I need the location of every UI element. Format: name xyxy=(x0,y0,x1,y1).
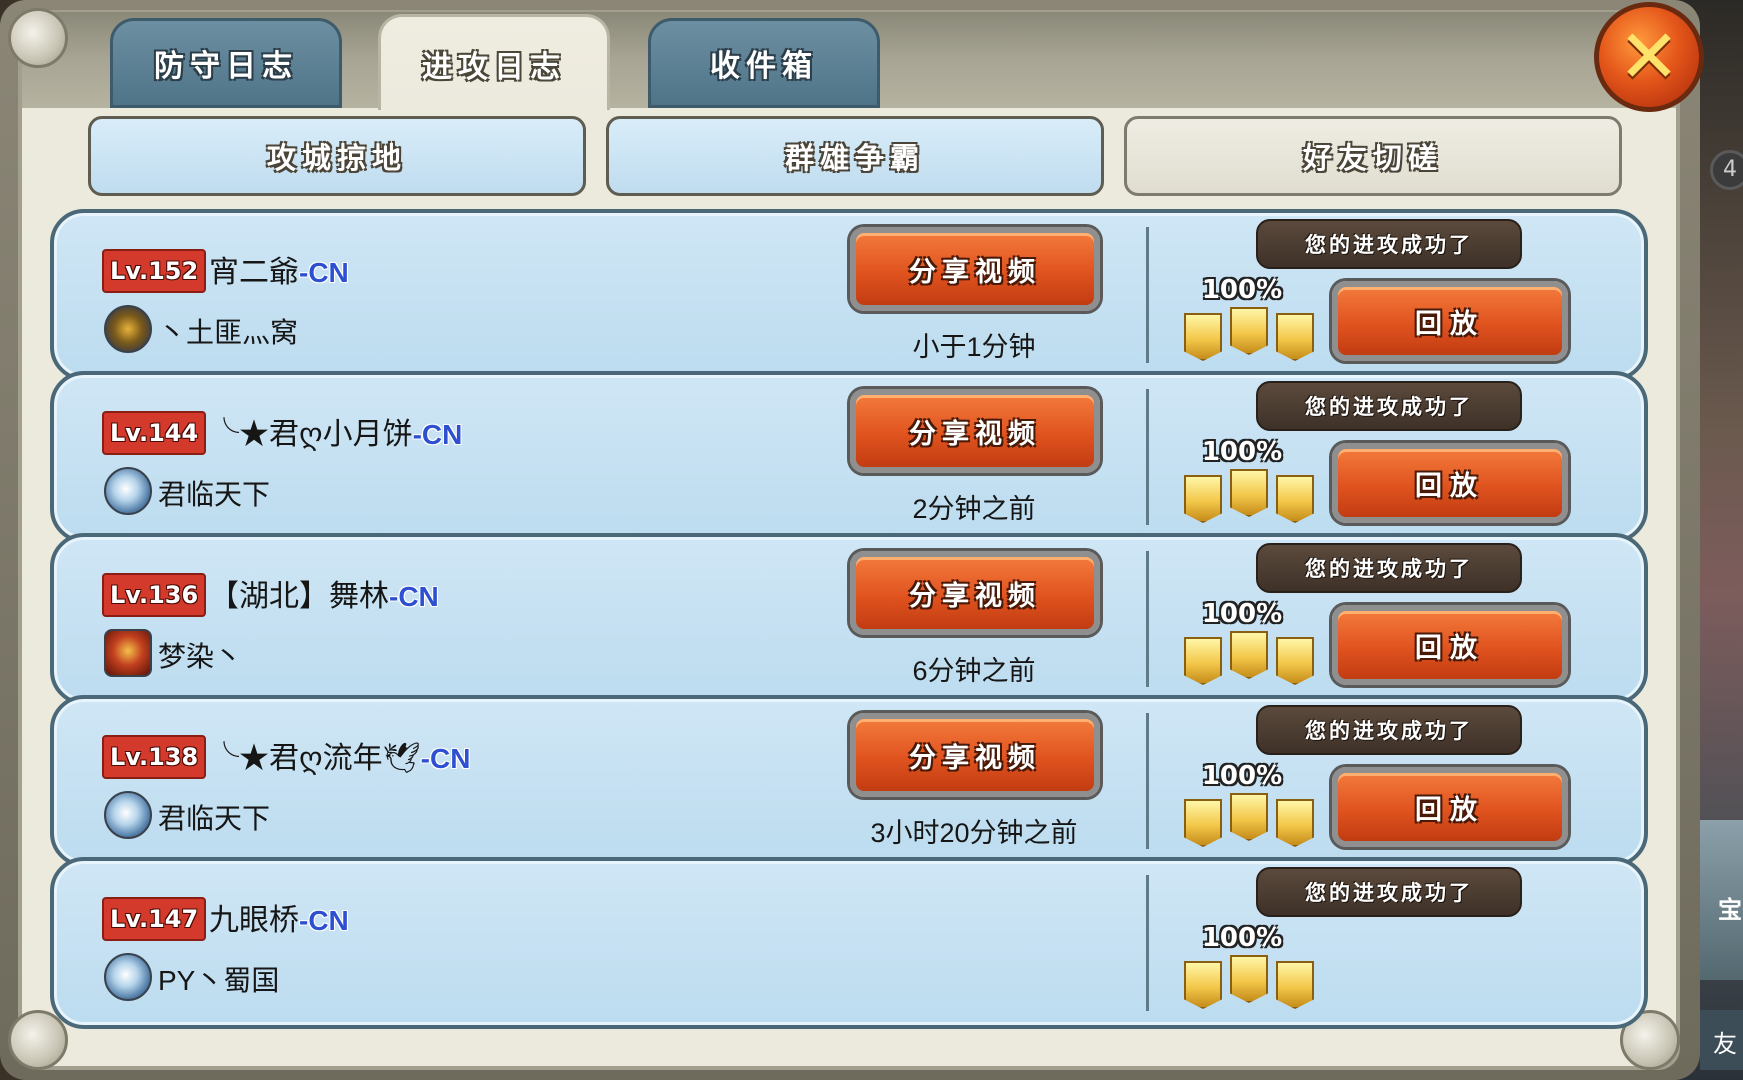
player-name: 【湖北】舞林-CN xyxy=(209,571,439,615)
share-video-button[interactable]: 分享视频 xyxy=(850,551,1100,635)
subtab-arena[interactable]: 群雄争霸 xyxy=(606,116,1104,196)
player-name: 九眼桥-CN xyxy=(209,895,349,939)
star-banner-icon xyxy=(1276,475,1314,523)
destruction-percent: 100% xyxy=(1201,761,1283,791)
star-banner-icon xyxy=(1184,961,1222,1009)
server-tag: -CN xyxy=(299,257,349,288)
star-rating xyxy=(1184,307,1324,361)
side-treasure-label: 宝 xyxy=(1718,896,1742,924)
star-banner-icon xyxy=(1276,637,1314,685)
level-badge: Lv.152 xyxy=(102,249,207,293)
level-badge: Lv.136 xyxy=(102,573,207,617)
destruction-percent: 100% xyxy=(1201,275,1283,305)
corner-ornament-icon xyxy=(8,8,68,68)
share-video-button[interactable]: 分享视频 xyxy=(850,389,1100,473)
player-name: 宵二爺-CN xyxy=(209,247,349,291)
divider xyxy=(1146,389,1149,525)
side-friend-label: 友 xyxy=(1713,1030,1737,1058)
side-friend-button[interactable]: 友 xyxy=(1700,1010,1743,1070)
timestamp: 2分钟之前 xyxy=(912,494,1036,524)
result-badge: 您的进攻成功了 xyxy=(1256,219,1522,269)
server-tag: -CN xyxy=(299,905,349,936)
replay-button[interactable]: 回放 xyxy=(1332,605,1568,685)
star-banner-icon xyxy=(1230,955,1268,1003)
timestamp: 小于1分钟 xyxy=(912,332,1036,362)
star-rating xyxy=(1184,793,1324,847)
side-counter-text: 4 xyxy=(1723,157,1737,182)
guild-emblem-icon xyxy=(104,629,152,677)
star-banner-icon xyxy=(1230,793,1268,841)
star-banner-icon xyxy=(1276,961,1314,1009)
divider xyxy=(1146,227,1149,363)
star-banner-icon xyxy=(1184,313,1222,361)
divider xyxy=(1146,551,1149,687)
attack-log-list[interactable]: Lv.152 宵二爺-CN 丶土匪灬窝 分享视频 小于1分钟 您的进攻成功了 1… xyxy=(48,205,1652,1062)
player-name-text: 九眼桥 xyxy=(209,904,299,937)
star-banner-icon xyxy=(1276,799,1314,847)
star-banner-icon xyxy=(1184,799,1222,847)
replay-button[interactable]: 回放 xyxy=(1332,767,1568,847)
server-tag: -CN xyxy=(412,419,463,450)
replay-button[interactable]: 回放 xyxy=(1332,281,1568,361)
subtab-friend-spar[interactable]: 好友切磋 xyxy=(1124,116,1622,196)
guild-name: 君临天下 xyxy=(158,803,271,834)
result-badge: 您的进攻成功了 xyxy=(1256,867,1522,917)
guild-emblem-icon xyxy=(104,467,152,515)
list-item: Lv.136 【湖北】舞林-CN 梦染丶 分享视频 6分钟之前 您的进攻成功了 … xyxy=(50,533,1648,705)
guild-name: 丶土匪灬窝 xyxy=(158,317,299,348)
server-tag: -CN xyxy=(420,743,471,774)
guild-name: PY丶蜀国 xyxy=(158,965,280,996)
guild-emblem-icon xyxy=(104,791,152,839)
star-banner-icon xyxy=(1230,631,1268,679)
destruction-percent: 100% xyxy=(1201,923,1283,953)
result-badge: 您的进攻成功了 xyxy=(1256,705,1522,755)
list-item: Lv.138 ╰★君ღ流年🕊-CN 君临天下 分享视频 3小时20分钟之前 您的… xyxy=(50,695,1648,867)
level-badge: Lv.147 xyxy=(102,897,207,941)
list-item: Lv.147 九眼桥-CN PY丶蜀国 您的进攻成功了 100% xyxy=(50,857,1648,1029)
timestamp: 3小时20分钟之前 xyxy=(870,818,1078,848)
divider xyxy=(1146,713,1149,849)
tab-inbox[interactable]: 收件箱 xyxy=(648,18,880,108)
result-badge: 您的进攻成功了 xyxy=(1256,381,1522,431)
share-video-button[interactable]: 分享视频 xyxy=(850,227,1100,311)
divider xyxy=(1146,875,1149,1011)
star-banner-icon xyxy=(1184,475,1222,523)
star-banner-icon xyxy=(1230,307,1268,355)
star-banner-icon xyxy=(1230,469,1268,517)
player-name-text: 【湖北】舞林 xyxy=(209,580,389,613)
guild-name: 梦染丶 xyxy=(158,641,243,672)
star-banner-icon xyxy=(1276,313,1314,361)
destruction-percent: 100% xyxy=(1201,437,1283,467)
star-rating xyxy=(1184,469,1324,523)
list-item: Lv.152 宵二爺-CN 丶土匪灬窝 分享视频 小于1分钟 您的进攻成功了 1… xyxy=(50,209,1648,381)
level-badge: Lv.138 xyxy=(102,735,207,779)
player-name: ╰★君ღ流年🕊-CN xyxy=(209,733,470,777)
star-rating xyxy=(1184,955,1324,1009)
level-badge: Lv.144 xyxy=(102,411,207,455)
server-tag: -CN xyxy=(389,581,439,612)
timestamp: 6分钟之前 xyxy=(912,656,1036,686)
share-video-button[interactable]: 分享视频 xyxy=(850,713,1100,797)
side-counter: 4 xyxy=(1710,150,1743,190)
close-icon[interactable]: ✕ xyxy=(1594,2,1704,112)
guild-emblem-icon xyxy=(104,305,152,353)
tab-attack-log[interactable]: 进攻日志 xyxy=(378,14,610,110)
player-name-text: ╰★君ღ流年🕊 xyxy=(209,742,421,775)
player-name-text: 宵二爺 xyxy=(209,256,299,289)
guild-emblem-icon xyxy=(104,953,152,1001)
guild-name: 君临天下 xyxy=(158,479,271,510)
result-badge: 您的进攻成功了 xyxy=(1256,543,1522,593)
star-rating xyxy=(1184,631,1324,685)
star-banner-icon xyxy=(1184,637,1222,685)
list-item: Lv.144 ╰★君ღ小月饼-CN 君临天下 分享视频 2分钟之前 您的进攻成功… xyxy=(50,371,1648,543)
player-name-text: ╰★君ღ小月饼 xyxy=(209,418,413,451)
tab-defense-log[interactable]: 防守日志 xyxy=(110,18,342,108)
log-window: 防守日志 进攻日志 收件箱 攻城掠地 群雄争霸 好友切磋 Lv.152 宵二爺-… xyxy=(0,0,1700,1080)
subtab-siege[interactable]: 攻城掠地 xyxy=(88,116,586,196)
replay-button[interactable]: 回放 xyxy=(1332,443,1568,523)
destruction-percent: 100% xyxy=(1201,599,1283,629)
player-name: ╰★君ღ小月饼-CN xyxy=(209,409,462,453)
